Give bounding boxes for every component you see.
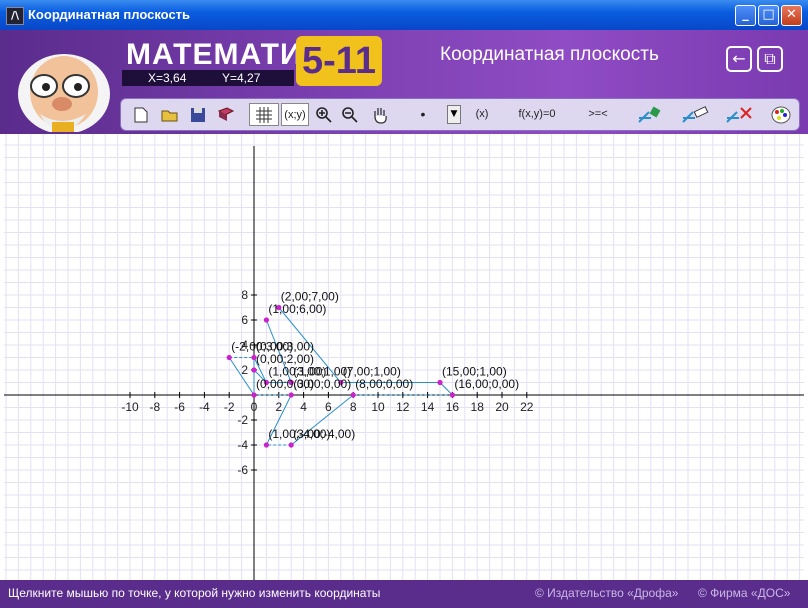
- x-tick-label: 6: [325, 400, 332, 414]
- point-label: (1,00;6,00): [268, 302, 326, 316]
- coordinate-plane[interactable]: -10 -8 -6 -4 -2 0 2 4 6 8 10 12 14 16 18 20 22-6-4-22468…: [4, 134, 804, 580]
- x-tick-label: -8: [149, 400, 160, 414]
- status-hint: Щелкните мышью по точке, у которой нужно…: [8, 586, 381, 600]
- segment: [439, 382, 453, 396]
- y-tick-label: 2: [241, 363, 248, 377]
- module-title: Координатная плоскость: [440, 44, 659, 65]
- window-title: Координатная плоскость: [28, 7, 191, 22]
- point-marker: [226, 354, 232, 361]
- app-icon: /\: [6, 7, 24, 25]
- open-file-icon[interactable]: [159, 103, 181, 126]
- delete-object-icon[interactable]: [721, 103, 757, 126]
- x-tick-label: 4: [300, 400, 307, 414]
- window-titlebar[interactable]: /\ Координатная плоскость _ □ ✕: [0, 0, 808, 30]
- inequality-label: >=<: [588, 108, 608, 120]
- point-marker: [288, 442, 294, 448]
- x-tick-label: 2: [275, 400, 282, 414]
- function-label: f(x,y)=0: [518, 108, 556, 120]
- x-tick-label: -4: [199, 400, 210, 414]
- point-label: (3,00;0,00): [293, 377, 351, 391]
- x-tick-label: -6: [174, 400, 185, 414]
- point-label: (3,00;-4,00): [293, 427, 355, 441]
- point-marker: [449, 392, 455, 398]
- point-marker: [251, 392, 257, 398]
- window-mode-button[interactable]: ⧉: [757, 46, 783, 72]
- point-label: (8,00;0,00): [355, 377, 413, 391]
- pan-hand-icon[interactable]: [369, 103, 391, 126]
- point-marker: [263, 317, 269, 323]
- coordinate-input-button[interactable]: (x): [467, 103, 497, 126]
- x-tick-label: -10: [121, 400, 139, 414]
- zoom-in-icon[interactable]: [313, 103, 335, 126]
- point-style-value: •: [420, 106, 426, 122]
- y-tick-label: -4: [237, 438, 248, 452]
- x-tick-label: 16: [446, 400, 460, 414]
- cursor-coordinates: X=3,64 Y=4,27: [122, 70, 294, 86]
- fill-region-icon[interactable]: [633, 103, 667, 126]
- professor-mascot-icon: [18, 54, 110, 132]
- y-tick-label: -6: [237, 463, 248, 477]
- point-marker: [437, 379, 443, 386]
- palette-icon[interactable]: [769, 103, 793, 126]
- x-tick-label: 14: [421, 400, 435, 414]
- x-tick-label: 8: [350, 400, 357, 414]
- x-tick-label: 20: [495, 400, 509, 414]
- point-mode-button[interactable]: (x;y): [281, 103, 309, 126]
- x-tick-label: 0: [251, 400, 258, 414]
- inequality-button[interactable]: >=<: [573, 103, 623, 126]
- save-icon[interactable]: [187, 103, 209, 126]
- axes: -10 -8 -6 -4 -2 0 2 4 6 8 10 12 14 16 18 20 22-6-4-22468: [4, 146, 804, 580]
- x-tick-label: 10: [371, 400, 385, 414]
- toolbar: (x;y) • ▼ (x) f(x,y)=0 >=<: [120, 98, 800, 131]
- brand-grade: 5-11: [296, 36, 382, 86]
- y-tick-label: 8: [241, 288, 248, 302]
- maximize-button[interactable]: □: [758, 5, 779, 26]
- function-graph-button[interactable]: f(x,y)=0: [509, 103, 565, 126]
- y-tick-label: -2: [237, 413, 248, 427]
- cursor-y-readout: Y=4,27: [222, 71, 261, 85]
- minimize-button[interactable]: _: [735, 5, 756, 26]
- point-style-dropdown[interactable]: ▼: [447, 105, 461, 124]
- points: (2,00;7,00)(1,00;6,00)(-2,00;3,00)(0,00;…: [226, 290, 519, 448]
- cursor-x-readout: X=3,64: [148, 71, 187, 85]
- new-file-icon[interactable]: [131, 103, 151, 126]
- point-marker: [350, 392, 356, 398]
- grid-toggle-icon[interactable]: [249, 103, 279, 126]
- point-marker: [251, 367, 257, 373]
- y-tick-label: 6: [241, 313, 248, 327]
- coordinate-input-label: (x): [475, 108, 489, 120]
- developer-credit: © Фирма «ДОС»: [698, 586, 791, 600]
- back-button[interactable]: ←: [726, 46, 752, 72]
- publisher-credit: © Издательство «Дрофа»: [535, 586, 679, 600]
- zoom-out-icon[interactable]: [339, 103, 361, 126]
- book-icon[interactable]: [215, 103, 237, 126]
- point-marker: [263, 442, 269, 448]
- status-bar: Щелкните мышью по точке, у которой нужно…: [0, 580, 808, 608]
- point-label: (16,00;0,00): [454, 377, 519, 391]
- x-tick-label: 18: [471, 400, 485, 414]
- grid: [4, 134, 804, 580]
- eraser-icon[interactable]: [677, 103, 713, 126]
- point-marker: [288, 392, 294, 398]
- x-tick-label: 22: [520, 400, 534, 414]
- close-button[interactable]: ✕: [781, 5, 802, 26]
- x-tick-label: 12: [396, 400, 410, 414]
- app-header: МАТЕМАТИКА 5-11 X=3,64 Y=4,27 Координатн…: [0, 30, 808, 134]
- x-tick-label: -2: [224, 400, 235, 414]
